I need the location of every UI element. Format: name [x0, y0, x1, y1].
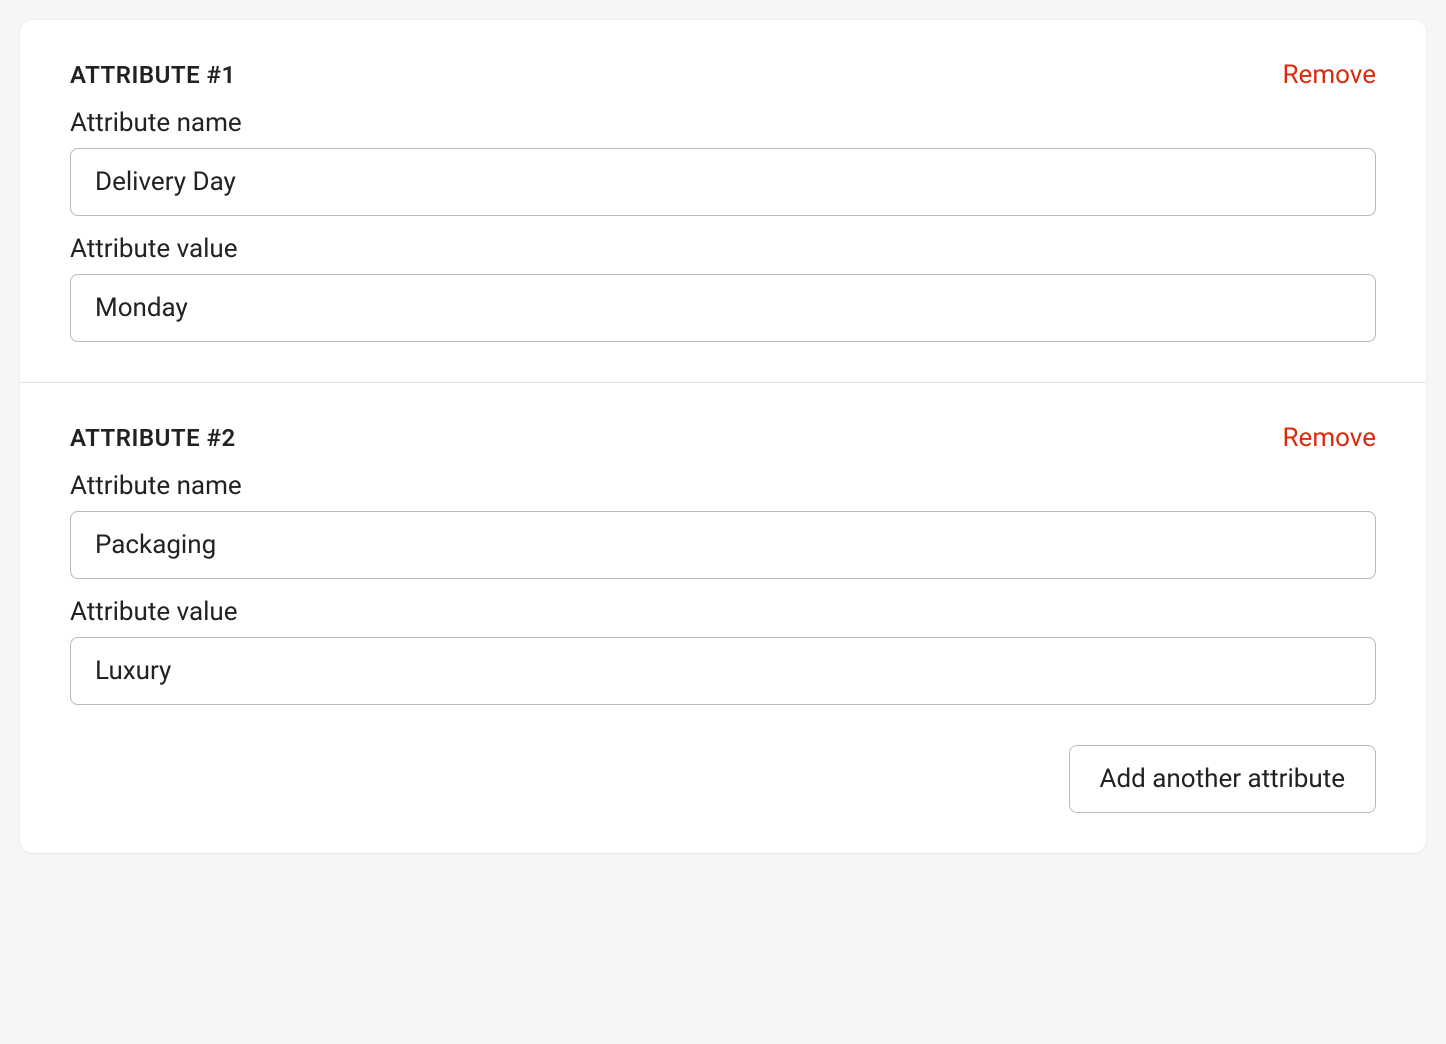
- attribute-name-label: Attribute name: [70, 108, 1376, 138]
- attribute-name-input[interactable]: [70, 148, 1376, 216]
- footer-actions: Add another attribute: [20, 745, 1426, 853]
- attribute-name-input[interactable]: [70, 511, 1376, 579]
- attribute-block-2: ATTRIBUTE #2 Remove Attribute name Attri…: [20, 382, 1426, 745]
- attribute-value-label: Attribute value: [70, 597, 1376, 627]
- remove-button[interactable]: Remove: [1283, 60, 1376, 90]
- attribute-name-label: Attribute name: [70, 471, 1376, 501]
- attribute-header: ATTRIBUTE #1 Remove: [70, 60, 1376, 90]
- attribute-value-label: Attribute value: [70, 234, 1376, 264]
- attribute-value-input[interactable]: [70, 274, 1376, 342]
- remove-button[interactable]: Remove: [1283, 423, 1376, 453]
- add-another-attribute-button[interactable]: Add another attribute: [1069, 745, 1376, 813]
- attribute-title: ATTRIBUTE #1: [70, 61, 236, 89]
- attribute-title: ATTRIBUTE #2: [70, 424, 236, 452]
- attribute-block-1: ATTRIBUTE #1 Remove Attribute name Attri…: [20, 20, 1426, 382]
- attribute-value-input[interactable]: [70, 637, 1376, 705]
- attributes-card: ATTRIBUTE #1 Remove Attribute name Attri…: [20, 20, 1426, 853]
- attribute-header: ATTRIBUTE #2 Remove: [70, 423, 1376, 453]
